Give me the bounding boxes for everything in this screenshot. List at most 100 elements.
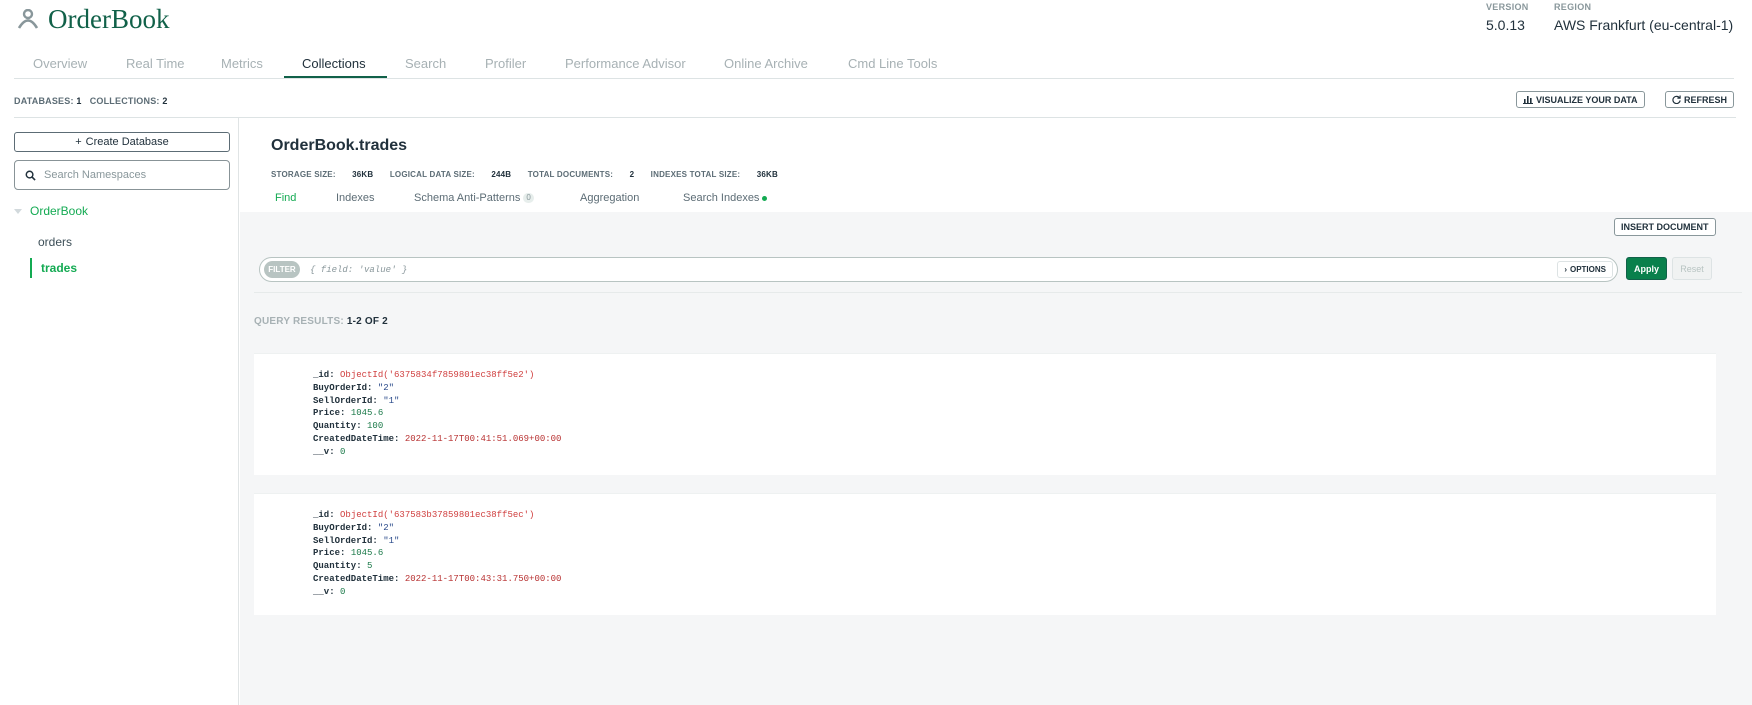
field-key: __v: bbox=[313, 586, 335, 597]
field-key: Quantity: bbox=[313, 561, 362, 572]
tab-indexes-label: Indexes bbox=[336, 192, 375, 204]
create-database-button[interactable]: + Create Database bbox=[14, 132, 230, 152]
field-row: __v: 0 bbox=[313, 586, 561, 599]
field-key: SellOrderId: bbox=[313, 535, 378, 546]
field-key: BuyOrderId: bbox=[313, 522, 373, 533]
field-value: "1" bbox=[383, 535, 400, 546]
query-results-value: 1-2 OF 2 bbox=[346, 316, 388, 327]
tab-search-indexes-label: Search Indexes bbox=[683, 192, 760, 204]
version-label: VERSION bbox=[1486, 2, 1529, 12]
field-row: Price: 1045.6 bbox=[313, 547, 561, 560]
tab-aggregation[interactable]: Aggregation bbox=[580, 192, 639, 204]
region-info: REGION AWS Frankfurt (eu-central-1) bbox=[1554, 2, 1733, 33]
tab-schema-anti-patterns[interactable]: Schema Anti-Patterns 0 bbox=[414, 192, 534, 204]
active-tab-indicator bbox=[284, 76, 387, 78]
region-value: AWS Frankfurt (eu-central-1) bbox=[1554, 17, 1734, 33]
field-row: _id: ObjectId('6375834f7859801ec38ff5e2'… bbox=[313, 369, 561, 382]
logical-size-label: LOGICAL DATA SIZE: bbox=[389, 170, 475, 179]
filter-input[interactable] bbox=[310, 260, 1510, 279]
field-row: CreatedDateTime: 2022-11-17T00:43:31.750… bbox=[313, 573, 561, 586]
field-value: ObjectId('6375834f7859801ec38ff5e2') bbox=[340, 370, 535, 380]
field-value: "2" bbox=[377, 382, 395, 393]
sidebar-database-orderbook[interactable]: OrderBook bbox=[14, 204, 88, 218]
search-namespaces-input[interactable] bbox=[44, 169, 224, 181]
field-row: SellOrderId: "1" bbox=[313, 395, 561, 408]
field-key: Price: bbox=[313, 408, 346, 419]
field-value: 0 bbox=[340, 446, 346, 457]
field-value: 5 bbox=[367, 561, 373, 572]
sidebar-collection-orders[interactable]: orders bbox=[30, 232, 72, 252]
cluster-stats: DATABASES: 1 COLLECTIONS: 2 bbox=[14, 96, 168, 106]
app-root: OrderBook VERSION 5.0.13 REGION AWS Fran… bbox=[0, 0, 1752, 705]
app-title: OrderBook bbox=[48, 4, 170, 34]
field-value: "1" bbox=[383, 395, 400, 406]
create-database-label: Create Database bbox=[85, 136, 169, 148]
total-documents-label: TOTAL DOCUMENTS: bbox=[527, 170, 614, 179]
field-key: _id: bbox=[313, 370, 335, 380]
field-row: Quantity: 100 bbox=[313, 420, 561, 433]
namespace-title: OrderBook.trades bbox=[271, 137, 408, 154]
divider bbox=[254, 292, 1742, 293]
tab-indexes[interactable]: Indexes bbox=[336, 192, 375, 204]
filter-pill: FILTER bbox=[264, 261, 300, 278]
leaf-people-icon bbox=[17, 9, 39, 29]
field-key: SellOrderId: bbox=[313, 395, 378, 406]
refresh-icon bbox=[1672, 95, 1681, 104]
query-results-count: QUERY RESULTS: 1-2 OF 2 bbox=[254, 316, 388, 327]
field-row: Price: 1045.6 bbox=[313, 407, 561, 420]
field-row: SellOrderId: "1" bbox=[313, 535, 561, 548]
field-value: 100 bbox=[367, 421, 384, 432]
refresh-button[interactable]: REFRESH bbox=[1665, 91, 1735, 108]
tab-find[interactable]: Find bbox=[275, 192, 296, 204]
namespace-sidebar: + Create Database OrderBook orders trade… bbox=[0, 118, 239, 705]
document-card[interactable]: _id: ObjectId('637583b37859801ec38ff5ec'… bbox=[254, 493, 1716, 615]
field-key: BuyOrderId: bbox=[313, 382, 373, 393]
collection-view: OrderBook.trades STORAGE SIZE: 36KB LOGI… bbox=[240, 118, 1752, 705]
insert-document-button[interactable]: INSERT DOCUMENT bbox=[1614, 218, 1716, 236]
document-card[interactable]: _id: ObjectId('6375834f7859801ec38ff5e2'… bbox=[254, 353, 1716, 475]
caret-right-icon: › bbox=[1564, 265, 1567, 274]
databases-count: 1 bbox=[76, 96, 82, 106]
options-button[interactable]: › OPTIONS bbox=[1557, 261, 1613, 278]
tab-performance-advisor[interactable]: Performance Advisor bbox=[565, 56, 686, 78]
tab-metrics[interactable]: Metrics bbox=[221, 56, 263, 78]
apply-button[interactable]: Apply bbox=[1626, 257, 1667, 280]
field-value: 1045.6 bbox=[350, 548, 384, 559]
field-value: 2022-11-17T00:43:31.750+00:00 bbox=[404, 573, 562, 584]
caret-down-icon[interactable] bbox=[14, 208, 22, 214]
cluster-tabs: Overview Real Time Metrics Collections S… bbox=[14, 52, 1734, 79]
tab-aggregation-label: Aggregation bbox=[580, 192, 640, 204]
query-results-label: QUERY RESULTS: bbox=[254, 316, 344, 327]
field-key: CreatedDateTime: bbox=[313, 573, 400, 584]
logical-size-value: 244B bbox=[491, 170, 512, 179]
bar-chart-icon bbox=[1523, 96, 1533, 104]
search-icon bbox=[25, 170, 36, 181]
field-row: Quantity: 5 bbox=[313, 560, 561, 573]
field-value: 0 bbox=[340, 586, 346, 597]
indexes-size-value: 36KB bbox=[756, 170, 778, 179]
tab-real-time[interactable]: Real Time bbox=[126, 56, 185, 78]
plus-icon: + bbox=[75, 136, 82, 148]
field-row: BuyOrderId: "2" bbox=[313, 382, 561, 395]
schema-count-badge: 0 bbox=[523, 193, 534, 203]
filter-bar: FILTER › OPTIONS bbox=[259, 257, 1618, 282]
document-fields: _id: ObjectId('637583b37859801ec38ff5ec'… bbox=[313, 509, 561, 599]
field-value: 1045.6 bbox=[350, 408, 384, 419]
tab-profiler[interactable]: Profiler bbox=[485, 56, 526, 78]
visualize-data-button[interactable]: VISUALIZE YOUR DATA bbox=[1516, 91, 1645, 108]
tab-collections[interactable]: Collections bbox=[302, 56, 366, 78]
tab-search[interactable]: Search bbox=[405, 56, 446, 78]
region-label: REGION bbox=[1554, 2, 1592, 12]
refresh-label: REFRESH bbox=[1684, 94, 1728, 105]
sidebar-collection-trades[interactable]: trades bbox=[30, 258, 77, 278]
field-key: _id: bbox=[313, 510, 335, 520]
reset-button[interactable]: Reset bbox=[1672, 257, 1712, 280]
tab-overview[interactable]: Overview bbox=[33, 56, 87, 78]
tab-search-indexes[interactable]: Search Indexes bbox=[683, 192, 768, 204]
visualize-data-label: VISUALIZE YOUR DATA bbox=[1536, 94, 1638, 105]
field-row: __v: 0 bbox=[313, 446, 561, 459]
tab-online-archive[interactable]: Online Archive bbox=[724, 56, 808, 78]
tab-cmd-line-tools[interactable]: Cmd Line Tools bbox=[848, 56, 937, 78]
collection-stats: STORAGE SIZE: 36KB LOGICAL DATA SIZE: 24… bbox=[271, 170, 792, 179]
version-value: 5.0.13 bbox=[1486, 17, 1525, 33]
